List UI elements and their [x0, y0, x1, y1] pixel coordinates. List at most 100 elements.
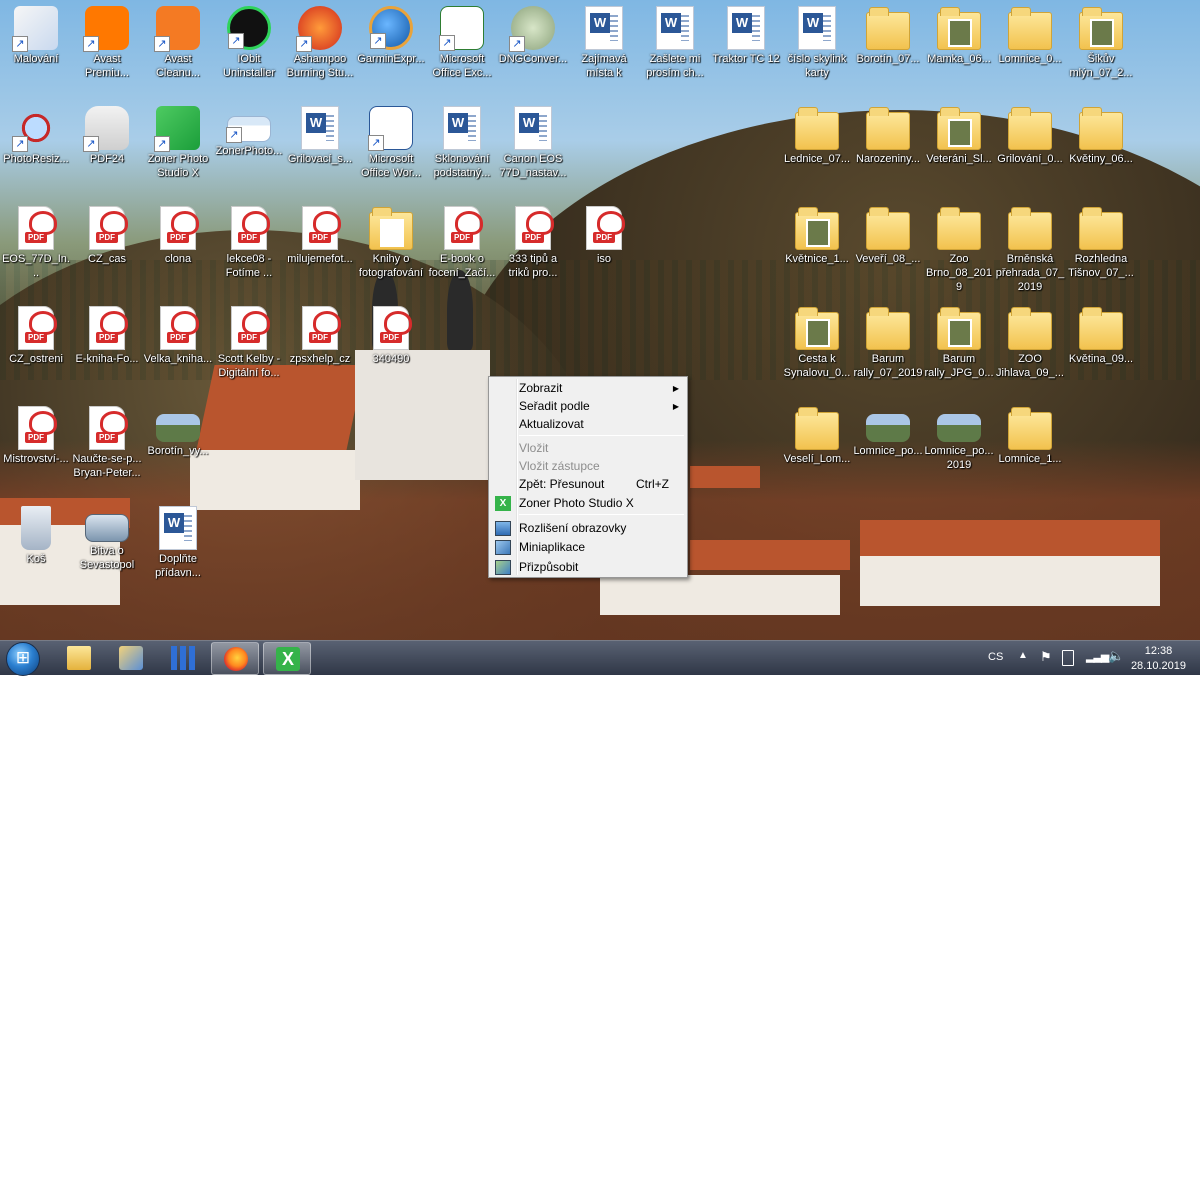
- desktop-icon-label: Zajímavá místa k: [581, 53, 627, 79]
- desktop-icon[interactable]: Lomnice_po...: [852, 400, 924, 458]
- desktop-icon[interactable]: Borotín_07...: [852, 0, 924, 66]
- desktop-icon[interactable]: Avast Cleanu...: [142, 0, 214, 80]
- desktop-icon[interactable]: Veselí_Lom...: [781, 400, 853, 466]
- desktop-icon[interactable]: Malování: [0, 0, 72, 66]
- volume-icon[interactable]: 🔈: [1108, 648, 1124, 683]
- desktop-icon[interactable]: Květina_09...: [1065, 300, 1137, 366]
- desktop-icon[interactable]: PDF Mistrovství-...: [0, 400, 72, 466]
- menu-item[interactable]: Seřadit podle ▶: [491, 397, 685, 416]
- language-indicator[interactable]: CS: [988, 651, 1003, 686]
- desktop-icon[interactable]: PDF E-book o focení_Začí...: [426, 200, 498, 280]
- desktop-icon[interactable]: W Traktor TC 12: [710, 0, 782, 66]
- pdf-file-icon: PDF: [515, 206, 554, 250]
- zoner-icon: X: [495, 496, 511, 511]
- desktop-icon[interactable]: Koš: [0, 500, 72, 566]
- desktop-icon[interactable]: Rozhledna Tišnov_07_...: [1065, 200, 1137, 280]
- desktop-icon[interactable]: Cesta k Synalovu_0...: [781, 300, 853, 380]
- desktop-icon[interactable]: Brněnská přehrada_07_2019: [994, 200, 1066, 294]
- taskbar-zoner-button[interactable]: X: [263, 642, 311, 675]
- desktop-icon[interactable]: W Canon EOS 77D_nastav...: [497, 100, 569, 180]
- desktop-icon[interactable]: W Zašlete mi prosím ch...: [639, 0, 711, 80]
- desktop-icon[interactable]: PDF iso: [568, 200, 640, 266]
- desktop-icon[interactable]: W Sklonování podstatný...: [426, 100, 498, 180]
- desktop-icon[interactable]: Mamka_06...: [923, 0, 995, 66]
- desktop-icon[interactable]: Barum rally_07_2019: [852, 300, 924, 380]
- menu-item[interactable]: Zpět: Přesunout Ctrl+Z: [491, 475, 685, 494]
- desktop-icon-label: Scott Kelby - Digitální fo...: [217, 353, 281, 379]
- desktop-icon[interactable]: PDF Velka_kniha...: [142, 300, 214, 366]
- desktop-icon[interactable]: Lomnice_po... 2019: [923, 400, 995, 472]
- desktop-icon[interactable]: PhotoResiz...: [0, 100, 72, 166]
- desktop-icon[interactable]: PDF Scott Kelby - Digitální fo...: [213, 300, 285, 380]
- menu-item[interactable]: Rozlišení obrazovky: [491, 519, 685, 538]
- document-lines: [184, 515, 192, 541]
- pdf-file-icon: PDF: [89, 406, 128, 450]
- desktop-icon[interactable]: PDF 340490: [355, 300, 427, 366]
- desktop-icon[interactable]: GarminExpr...: [355, 0, 427, 66]
- battery-icon[interactable]: [1062, 650, 1074, 666]
- taskbar-firefox-button[interactable]: [211, 642, 259, 675]
- desktop-icon[interactable]: PDF lekce08 - Fotíme ...: [213, 200, 285, 280]
- desktop-icon[interactable]: Zoner Photo Studio X: [142, 100, 214, 180]
- desktop-icon[interactable]: DNGConver...: [497, 0, 569, 66]
- desktop-icon[interactable]: W Grilovací_s...: [284, 100, 356, 166]
- desktop-icon[interactable]: Borotín_vy...: [142, 400, 214, 458]
- desktop-icon[interactable]: Veteráni_Sl...: [923, 100, 995, 166]
- document-lines: [823, 15, 831, 41]
- desktop-icon[interactable]: PDF 333 tipů a triků pro...: [497, 200, 569, 280]
- desktop-icon[interactable]: Avast Premiu...: [71, 0, 143, 80]
- desktop-icon[interactable]: PDF E-kniha-Fo...: [71, 300, 143, 366]
- desktop-icon[interactable]: Ashampoo Burning Stu...: [284, 0, 356, 80]
- menu-item[interactable]: Miniaplikace: [491, 538, 685, 557]
- desktop-icon-label: Barum rally_07_2019: [853, 353, 923, 379]
- desktop-icon[interactable]: Květiny_06...: [1065, 100, 1137, 166]
- desktop-icon[interactable]: PDF EOS_77D_In...: [0, 200, 72, 280]
- tray-overflow-icon[interactable]: ▲: [1018, 650, 1028, 685]
- desktop-icon[interactable]: IObit Uninstaller: [213, 0, 285, 80]
- desktop-icon[interactable]: Microsoft Office Wor...: [355, 100, 427, 180]
- desktop-icon-label: lekce08 - Fotíme ...: [225, 253, 273, 279]
- taskbar-app-button[interactable]: [159, 642, 207, 675]
- desktop-icon[interactable]: Lednice_07...: [781, 100, 853, 166]
- desktop-icon[interactable]: Lomnice_0...: [994, 0, 1066, 66]
- desktop[interactable]: Malování Avast Premiu... Avast Cleanu... IO…: [0, 0, 1200, 640]
- desktop-icon[interactable]: Knihy o fotografování: [355, 200, 427, 280]
- taskbar-image-viewer-button[interactable]: [107, 642, 155, 675]
- desktop-icon[interactable]: Lomnice_1...: [994, 400, 1066, 466]
- desktop-icon[interactable]: Květnice_1...: [781, 200, 853, 266]
- desktop-icon[interactable]: Zoo Brno_08_2019: [923, 200, 995, 294]
- clock[interactable]: 12:38 28.10.2019: [1131, 644, 1186, 674]
- desktop-icon[interactable]: Veveří_08_...: [852, 200, 924, 266]
- desktop-icon[interactable]: PDF CZ_ostreni: [0, 300, 72, 366]
- desktop-icon[interactable]: ZonerPhoto...: [213, 100, 285, 158]
- desktop-icon[interactable]: PDF CZ_cas: [71, 200, 143, 266]
- desktop-icon-label: Microsoft Office Exc...: [432, 53, 492, 79]
- menu-item[interactable]: Zobrazit ▶: [491, 379, 685, 398]
- desktop-icon[interactable]: Bitva o Sevastopol: [71, 500, 143, 572]
- desktop-icon[interactable]: PDF Naučte-se-p... Bryan-Peter...: [71, 400, 143, 480]
- pdf-tag: PDF: [451, 232, 473, 243]
- desktop-icon[interactable]: PDF milujemefot...: [284, 200, 356, 266]
- folder-icon: [866, 7, 910, 50]
- menu-item[interactable]: X Zoner Photo Studio X: [491, 494, 685, 513]
- menu-item-label: Seřadit podle: [519, 399, 590, 413]
- desktop-icon[interactable]: Barum rally_JPG_0...: [923, 300, 995, 380]
- desktop-icon[interactable]: W Zajímavá místa k: [568, 0, 640, 80]
- desktop-icon[interactable]: Narozeniny...: [852, 100, 924, 166]
- action-center-flag-icon[interactable]: ⚑: [1040, 649, 1052, 684]
- desktop-icon[interactable]: PDF zpsxhelp_cz: [284, 300, 356, 366]
- desktop-icon[interactable]: Grilování_0...: [994, 100, 1066, 166]
- desktop-icon[interactable]: Microsoft Office Exc...: [426, 0, 498, 80]
- desktop-icon[interactable]: Šikův mlýn_07_2...: [1065, 0, 1137, 80]
- document-lines: [681, 15, 689, 41]
- desktop-icon[interactable]: PDF24: [71, 100, 143, 166]
- signal-icon[interactable]: ▂▃▅: [1086, 650, 1109, 685]
- desktop-icon[interactable]: Wčíslo skylink karty: [781, 0, 853, 80]
- menu-item[interactable]: Přizpůsobit: [491, 558, 685, 577]
- desktop-icon[interactable]: PDF clona: [142, 200, 214, 266]
- desktop-icon[interactable]: ZOO Jihlava_09_...: [994, 300, 1066, 380]
- start-button[interactable]: [6, 642, 40, 676]
- desktop-icon[interactable]: W Doplňte přídavn...: [142, 500, 214, 580]
- menu-item[interactable]: Aktualizovat: [491, 415, 685, 434]
- taskbar-explorer-button[interactable]: [55, 642, 103, 675]
